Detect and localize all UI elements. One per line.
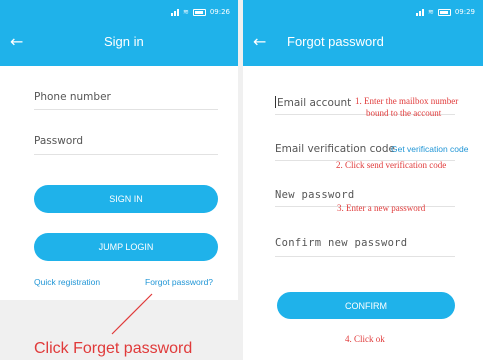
new-password-input[interactable]: New password [275,189,354,201]
step2-annotation: 2. Click send verification code [336,160,447,170]
get-verification-code-link[interactable]: Get verification code [391,144,468,154]
page-title: Forgot password [287,34,384,49]
step4-annotation: 4. Click ok [345,334,385,344]
forgot-password-app-bar: ≋ 09:29 ← Forgot password [243,0,483,66]
signal-icon [415,8,424,16]
confirm-button[interactable]: CONFIRM [277,292,455,319]
step1-annotation-line2: bound to the account [366,108,442,118]
status-time: 09:29 [454,8,475,16]
email-account-input[interactable]: Email account [275,96,351,109]
battery-icon [437,8,451,16]
wifi-icon: ≋ [427,8,434,16]
step1-annotation-line1: 1. Enter the mailbox number [355,96,459,106]
text-cursor [275,96,276,108]
step3-annotation: 3. Enter a new password [337,203,426,213]
status-bar: ≋ 09:29 [415,6,475,18]
back-arrow-icon[interactable]: ← [253,33,266,51]
email-verification-code-input[interactable]: Email verification code [275,143,395,155]
confirm-new-password-input[interactable]: Confirm new password [275,237,407,249]
confirm-password-underline [275,256,455,257]
email-account-label: Email account [277,97,352,109]
forgot-password-screen: ≋ 09:29 ← Forgot password Email account … [243,0,483,360]
instruction-caption: Click Forget password [34,340,193,357]
